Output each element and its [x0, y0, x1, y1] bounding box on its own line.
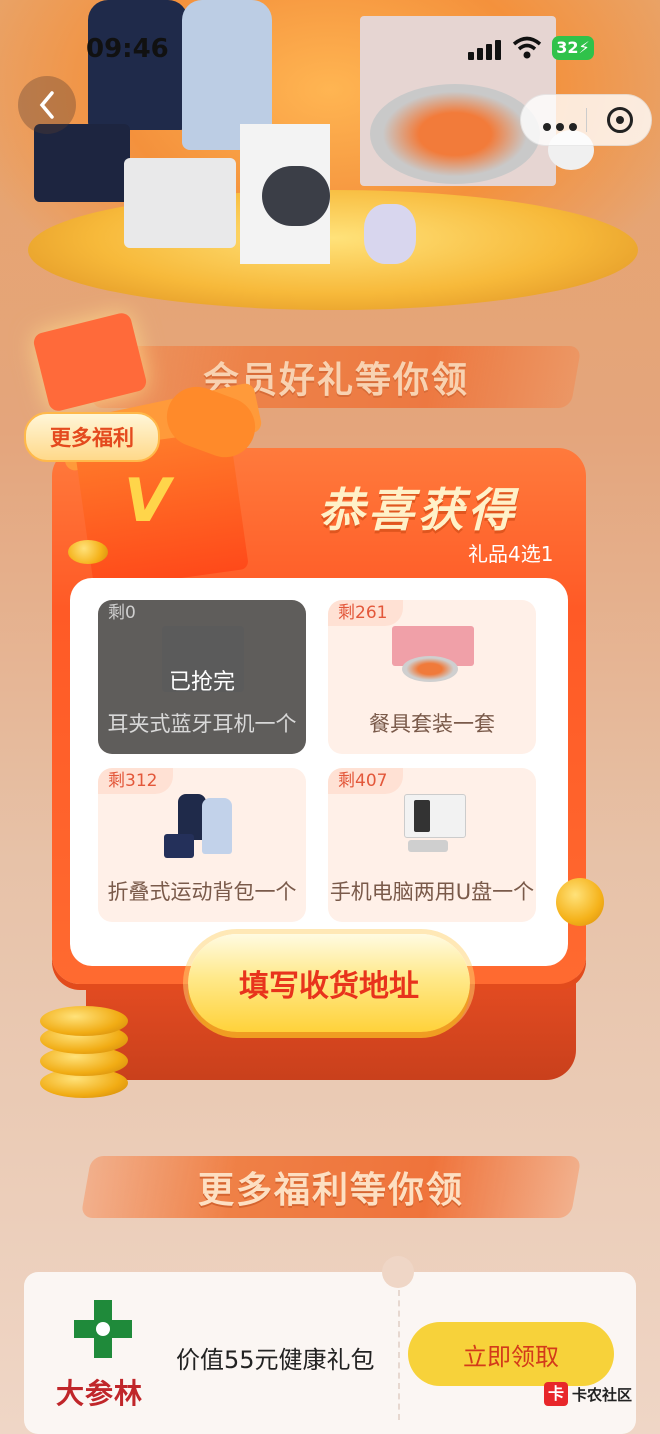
- gift-option-tableware[interactable]: 剩261 餐具套装一套: [328, 600, 536, 754]
- remaining-badge: 剩261: [328, 600, 404, 626]
- folded-bag-image: [34, 124, 130, 202]
- claim-now-label: 立即领取: [463, 1342, 559, 1371]
- claim-now-button[interactable]: 立即领取: [408, 1322, 614, 1386]
- tableware-thumbnail: [392, 626, 474, 692]
- more-dots-icon[interactable]: [543, 116, 582, 135]
- usb-drive-box-image: [124, 158, 236, 248]
- watermark-text: 卡农社区: [572, 1385, 633, 1404]
- hotpot-image: [370, 84, 540, 184]
- sold-out-label: 已抢完: [168, 670, 235, 695]
- battery-indicator: 32⚡: [552, 36, 594, 60]
- miniapp-capsule: [520, 94, 652, 146]
- coupon-offer-text: 价值55元健康礼包: [176, 1346, 375, 1374]
- gift-option-backpack[interactable]: 剩312 折叠式运动背包一个: [98, 768, 306, 922]
- gift-option-earphones: 剩0 已抢完 耳夹式蓝牙耳机一个: [98, 600, 306, 754]
- more-benefits-tag[interactable]: 更多福利: [24, 412, 160, 462]
- gift-option-name: 手机电脑两用U盘一个: [329, 880, 535, 904]
- wifi-icon: [512, 36, 542, 60]
- fill-address-label: 填写收货地址: [239, 969, 419, 1004]
- chevron-left-icon: [39, 91, 54, 119]
- usb-drive-thumbnail: [392, 794, 474, 860]
- gift-option-name: 餐具套装一套: [369, 712, 495, 736]
- watermark: 卡 卡农社区: [544, 1380, 632, 1408]
- backpack-thumbnail: [162, 794, 244, 860]
- more-benefits-label: 更多福利: [50, 426, 134, 450]
- brand-name: 大参林: [56, 1377, 144, 1410]
- gift-option-name: 耳夹式蓝牙耳机一个: [107, 712, 297, 736]
- more-benefits-banner-text: 更多福利等你领: [197, 1170, 464, 1211]
- earphone-case-image: [262, 166, 330, 226]
- member-gift-banner: 会员好礼等你领: [90, 346, 582, 408]
- back-button[interactable]: [18, 76, 76, 134]
- backpack-navy-image: [88, 0, 188, 130]
- coin-stack-decoration: [40, 1006, 128, 1098]
- battery-level: 32: [556, 38, 579, 57]
- remaining-badge: 剩0: [108, 603, 136, 623]
- gift-option-name: 折叠式运动背包一个: [107, 880, 297, 904]
- remaining-badge: 剩312: [98, 768, 174, 794]
- modal-title: 恭喜获得: [318, 483, 518, 537]
- coin-icon: [68, 540, 108, 564]
- remaining-badge: 剩407: [328, 768, 404, 794]
- watermark-logo-icon: 卡: [544, 1382, 568, 1406]
- fill-address-button[interactable]: 填写收货地址: [188, 934, 470, 1032]
- ticket-notch: [382, 1256, 414, 1288]
- ticket-divider: [398, 1290, 400, 1420]
- coin-icon: [556, 878, 604, 926]
- status-time: 09:46: [86, 34, 169, 64]
- product-platform: [28, 190, 638, 310]
- gift-option-usb-drive[interactable]: 剩407 手机电脑两用U盘一个: [328, 768, 536, 922]
- more-benefits-banner: 更多福利等你领: [80, 1156, 582, 1218]
- signal-icon: [468, 38, 502, 60]
- vip-v-icon: V: [124, 466, 171, 536]
- modal-subtitle: 礼品4选1: [468, 542, 554, 566]
- pharmacy-cross-logo: [74, 1300, 132, 1358]
- close-miniapp-icon[interactable]: [607, 107, 633, 133]
- earbuds-image: [364, 204, 416, 264]
- capsule-divider: [586, 108, 587, 132]
